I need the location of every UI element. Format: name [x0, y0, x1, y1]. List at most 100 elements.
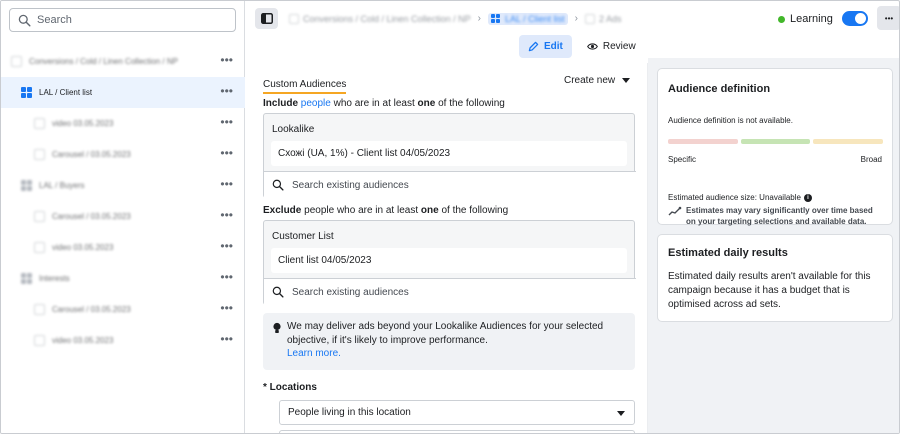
daily-results-title: Estimated daily results: [668, 247, 788, 259]
tree-item-label: Interests: [39, 274, 70, 283]
tree-item-label: Carousel / 03.05.2023: [52, 305, 131, 314]
included-audience-chip[interactable]: Схожі (UA, 1%) - Client list 04/05/2023: [271, 141, 627, 166]
app-window: Conversions / Cold / Linen Collection / …: [0, 0, 900, 434]
ad-icon: [584, 13, 595, 24]
include-audience-box: Lookalike Схожі (UA, 1%) - Client list 0…: [263, 113, 636, 198]
mode-tabs: Edit Review: [519, 35, 651, 58]
adset-icon: [21, 273, 32, 284]
excluded-audience-chip[interactable]: Client list 04/05/2023: [271, 248, 627, 273]
campaign-icon: [11, 56, 22, 67]
more-options-icon[interactable]: •••: [220, 85, 233, 97]
tree-item-adset-selected[interactable]: LAL / Client list •••: [1, 77, 245, 108]
trend-chart-icon: [668, 206, 682, 216]
include-type-label: Lookalike: [272, 124, 315, 135]
create-new-label: Create new: [564, 75, 616, 86]
include-keyword: Include: [263, 98, 299, 109]
tree-item-label: LAL / Client list: [39, 88, 93, 97]
search-input[interactable]: [37, 14, 217, 26]
estimated-size-note: Estimates may vary significantly over ti…: [686, 206, 873, 226]
sidebar-toggle-button[interactable]: [255, 8, 278, 29]
ad-icon: [34, 335, 45, 346]
campaign-icon: [289, 13, 299, 24]
adset-icon: [490, 13, 501, 24]
search-icon: [272, 179, 284, 191]
exclude-type-label: Customer List: [272, 231, 334, 242]
tree-item-label: video 03.05.2023: [52, 119, 114, 128]
include-search-audiences[interactable]: Search existing audiences: [264, 171, 636, 198]
locations-search-field[interactable]: [279, 430, 635, 433]
rule-text: of the following: [435, 98, 505, 109]
audience-unavailable-text: Audience definition is not available.: [668, 116, 793, 125]
eye-icon: [586, 43, 598, 50]
learn-more-link[interactable]: Learn more.: [287, 348, 341, 359]
more-options-icon[interactable]: •••: [220, 302, 233, 314]
sidebar-panel-icon: [260, 13, 273, 24]
locations-dropdown[interactable]: People living in this location: [279, 400, 635, 425]
audience-meter: [668, 139, 884, 144]
audience-definition-card: Audience definition Audience definition …: [657, 68, 893, 227]
more-options-icon[interactable]: •••: [220, 178, 233, 190]
audience-editor: Custom Audiences Create new Include peop…: [246, 63, 646, 433]
exclude-audience-box: Customer List Client list 04/05/2023 Sea…: [263, 220, 636, 305]
tree-item-ad[interactable]: video 03.05.2023 •••: [1, 108, 245, 139]
dropdown-value: People living in this location: [288, 407, 411, 418]
meter-segment-defined: [740, 139, 811, 144]
tree-item-adset[interactable]: LAL / Buyers •••: [1, 170, 245, 201]
adset-icon: [21, 180, 32, 191]
chevron-right-icon: ›: [477, 13, 481, 24]
top-bar: Conversions / Cold / Linen Collection / …: [246, 1, 899, 35]
tree-item-campaign[interactable]: Conversions / Cold / Linen Collection / …: [1, 46, 245, 77]
caret-down-icon: [622, 78, 631, 83]
more-options-icon[interactable]: •••: [220, 147, 233, 159]
more-options-button[interactable]: •••: [877, 6, 899, 30]
breadcrumb-adset[interactable]: LAL / Client list: [487, 12, 568, 25]
campaign-tree: Conversions / Cold / Linen Collection / …: [1, 46, 245, 356]
tree-item-label: LAL / Buyers: [39, 181, 85, 190]
info-icon[interactable]: i: [803, 193, 812, 202]
one-keyword: one: [420, 205, 439, 216]
search-box[interactable]: [9, 8, 236, 32]
breadcrumb: Conversions / Cold / Linen Collection / …: [289, 11, 622, 26]
estimated-daily-results-card: Estimated daily results Estimated daily …: [657, 234, 893, 322]
locations-label: * Locations: [263, 382, 317, 393]
audience-definition-title: Audience definition: [668, 83, 771, 95]
adset-on-off-toggle[interactable]: [842, 11, 868, 26]
exclude-search-audiences[interactable]: Search existing audiences: [264, 278, 636, 305]
tree-item-adset[interactable]: Interests •••: [1, 263, 245, 294]
more-options-icon[interactable]: •••: [220, 54, 233, 66]
breadcrumb-label: 2 Ads: [598, 13, 622, 24]
audience-name: Client list 04/05/2023: [278, 255, 372, 266]
tab-edit[interactable]: Edit: [519, 35, 572, 58]
search-placeholder: Search existing audiences: [292, 179, 409, 191]
toggle-knob: [855, 13, 866, 24]
specific-label: Specific: [668, 155, 697, 164]
status-label: Learning: [790, 13, 833, 25]
tab-review[interactable]: Review: [578, 35, 645, 58]
adset-icon: [21, 87, 32, 98]
more-options-icon[interactable]: •••: [220, 333, 233, 345]
estimated-audience-size: Estimated audience size: Unavailable i Es…: [668, 193, 883, 227]
people-link[interactable]: people: [301, 98, 331, 109]
breadcrumb-campaign[interactable]: Conversions / Cold / Linen Collection / …: [289, 13, 471, 24]
tree-item-ad[interactable]: Carousel / 03.05.2023 •••: [1, 294, 245, 325]
tree-item-ad[interactable]: Carousel / 03.05.2023 •••: [1, 139, 245, 170]
tree-item-ad[interactable]: video 03.05.2023 •••: [1, 232, 245, 263]
search-placeholder: Search existing audiences: [292, 286, 409, 298]
audience-name: Схожі (UA, 1%) - Client list 04/05/2023: [278, 148, 451, 159]
more-options-icon[interactable]: •••: [220, 240, 233, 252]
more-options-icon[interactable]: •••: [220, 116, 233, 128]
create-new-dropdown[interactable]: Create new: [564, 75, 631, 86]
tree-item-label: video 03.05.2023: [52, 243, 114, 252]
lightbulb-icon: [273, 322, 281, 333]
custom-audiences-heading: Custom Audiences: [263, 79, 347, 94]
breadcrumb-ads[interactable]: 2 Ads: [584, 13, 622, 24]
tree-item-ad[interactable]: Carousel / 03.05.2023 •••: [1, 201, 245, 232]
pencil-icon: [528, 41, 539, 52]
more-options-icon[interactable]: •••: [220, 271, 233, 283]
meter-segment-broad: [813, 139, 884, 144]
tree-item-label: Conversions / Cold / Linen Collection / …: [29, 57, 178, 66]
tree-item-ad[interactable]: video 03.05.2023 •••: [1, 325, 245, 356]
tree-item-label: video 03.05.2023: [52, 336, 114, 345]
more-options-icon[interactable]: •••: [220, 209, 233, 221]
delivery-status: Learning: [778, 13, 833, 25]
